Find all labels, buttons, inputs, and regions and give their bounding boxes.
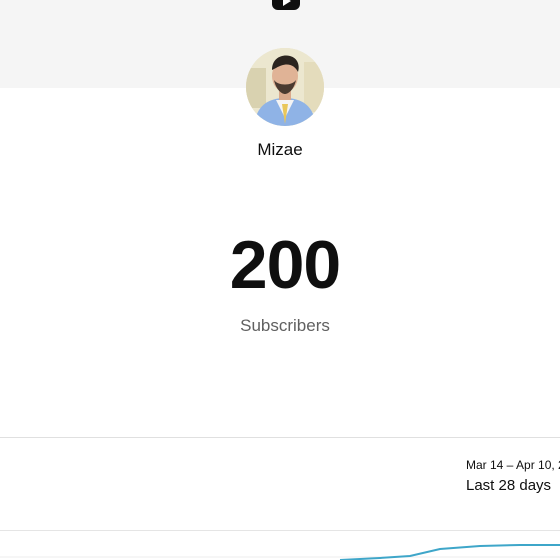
channel-name[interactable]: Mizae xyxy=(0,140,560,160)
period-label[interactable]: Last 28 days xyxy=(466,477,551,494)
avatar-portrait-icon xyxy=(246,48,324,126)
trend-line xyxy=(339,544,560,560)
youtube-play-icon[interactable] xyxy=(272,0,300,10)
studio-mobile-screen: Mizae 200 Subscribers Mar 14 – Apr 10, 2… xyxy=(0,0,560,560)
avatar[interactable] xyxy=(246,48,324,126)
subscriber-count: 200 xyxy=(229,227,341,303)
subscriber-label: Subscribers xyxy=(240,316,330,335)
date-range[interactable]: Mar 14 – Apr 10, 2 xyxy=(466,458,560,472)
subscriber-trend-chart xyxy=(0,544,560,560)
play-triangle-icon xyxy=(283,0,291,6)
section-divider xyxy=(0,437,560,438)
